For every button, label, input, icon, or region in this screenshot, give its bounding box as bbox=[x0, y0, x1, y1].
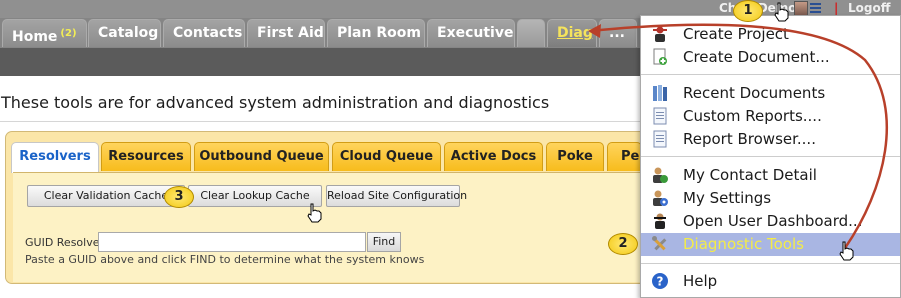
annotation-arrow bbox=[588, 23, 889, 249]
hand-cursor-icon bbox=[307, 203, 322, 223]
callout-badge: 3 bbox=[164, 186, 194, 208]
hand-cursor-icon bbox=[839, 241, 854, 261]
callout-badge: 1 bbox=[733, 0, 763, 22]
callout-badge: 2 bbox=[608, 233, 638, 255]
hand-cursor-icon bbox=[774, 2, 789, 22]
